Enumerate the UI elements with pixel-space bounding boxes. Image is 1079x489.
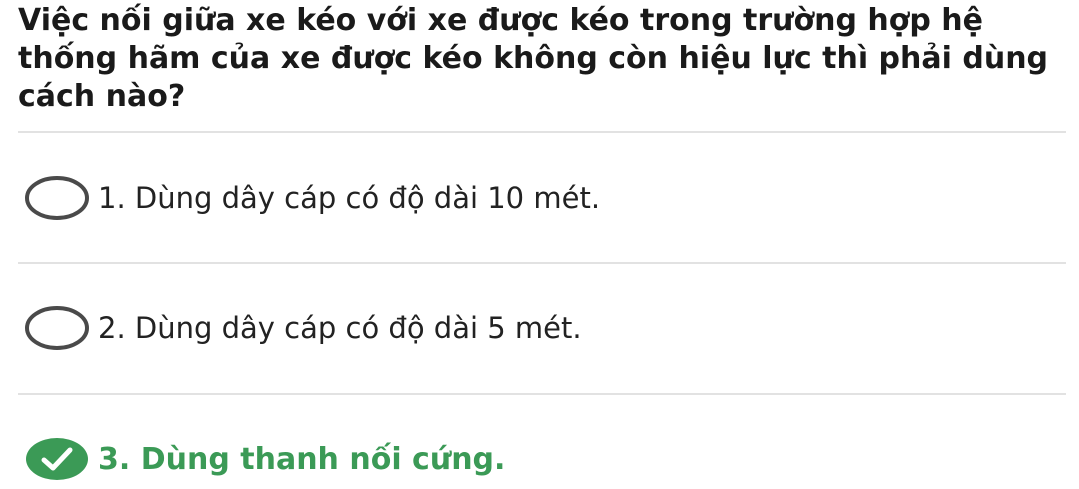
answer-option-3-correct[interactable]: 3. Dùng thanh nối cứng. [24,429,1064,489]
radio-empty-icon [25,306,89,350]
divider [18,262,1066,264]
divider [18,393,1066,395]
answer-option-label: 1. Dùng dây cáp có độ dài 10 mét. [98,181,601,215]
answer-option-label: 3. Dùng thanh nối cứng. [98,441,506,477]
divider [18,131,1066,133]
checkmark-icon [26,438,88,480]
answer-option-1[interactable]: 1. Dùng dây cáp có độ dài 10 mét. [24,168,1064,228]
radio-empty-icon [25,176,89,220]
answer-option-label: 2. Dùng dây cáp có độ dài 5 mét. [98,311,582,345]
answer-option-2[interactable]: 2. Dùng dây cáp có độ dài 5 mét. [24,298,1064,358]
question-text: Việc nối giữa xe kéo với xe được kéo tro… [18,3,1049,114]
